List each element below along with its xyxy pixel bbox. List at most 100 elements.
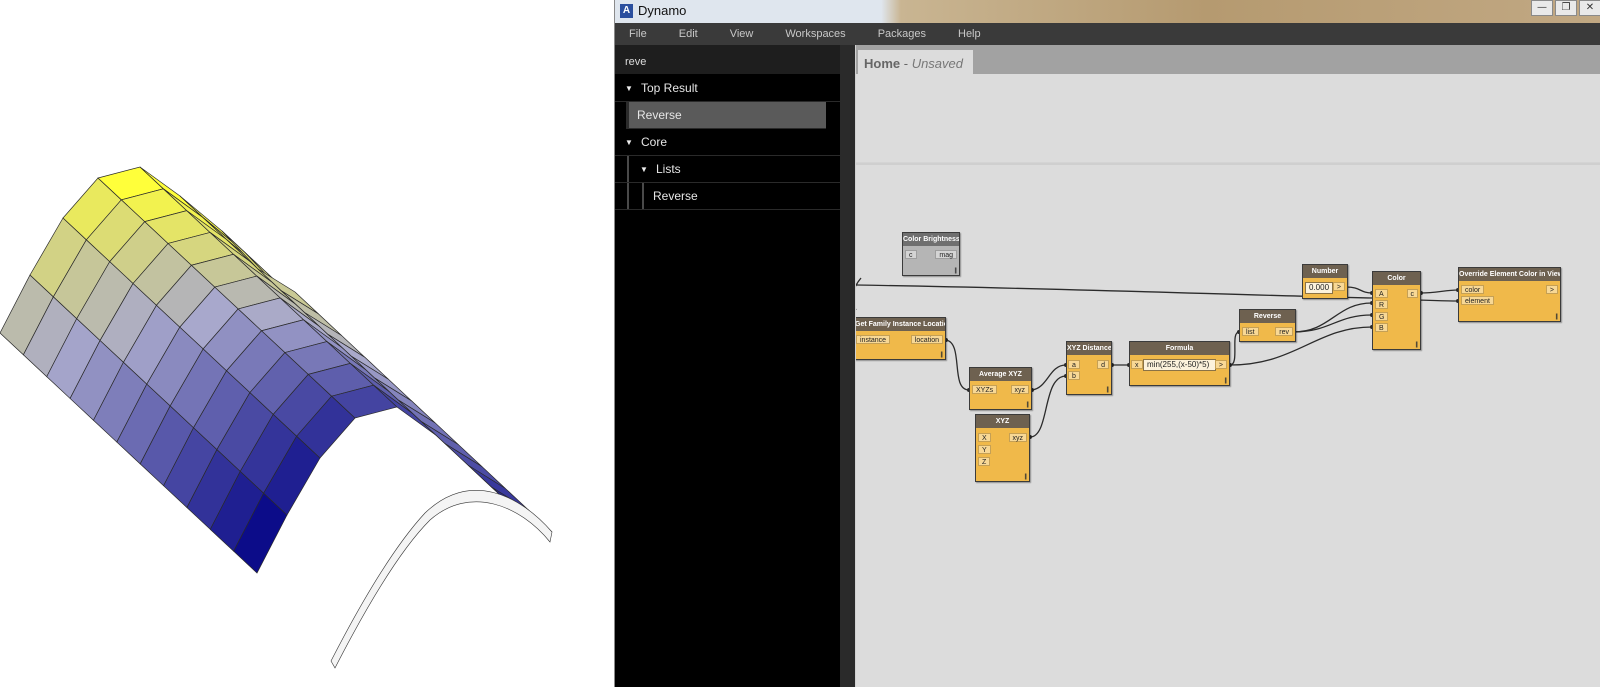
output-port[interactable]: > [1332,282,1345,291]
wire-number-to-color-a[interactable] [1345,286,1373,294]
node-resize-grip[interactable]: ||| [1106,387,1109,393]
close-button[interactable]: ✕ [1579,0,1600,16]
node-xyz-distance[interactable]: XYZ Distance a b d ||| [1066,341,1112,395]
wire-left-loop [856,277,862,310]
output-port-c[interactable]: c [1406,289,1418,298]
node-title: Color Brightness [903,233,959,246]
node-xyz[interactable]: XYZ X Y Z xyz ||| [975,414,1030,482]
output-port-mag[interactable]: mag [935,250,957,259]
maximize-button[interactable]: ❐ [1555,0,1577,16]
menu-help[interactable]: Help [954,28,985,40]
collapse-triangle-icon[interactable]: ▼ [625,129,633,156]
output-port-d[interactable]: d [1097,360,1109,369]
input-port-g[interactable]: G [1375,312,1389,321]
library-item-label: Reverse [637,108,682,122]
menu-workspaces[interactable]: Workspaces [781,28,849,40]
colored-surface-mesh [0,166,553,669]
input-port-x[interactable]: X [978,433,991,442]
input-port-z[interactable]: Z [978,457,991,466]
library-panel: reve ▼ Top Result Reverse ▼ Core ▼ Lists… [615,45,840,687]
input-port-b[interactable]: B [1375,323,1388,332]
output-port[interactable]: > [1545,285,1558,294]
input-port-element[interactable]: element [1461,296,1494,305]
input-port-y[interactable]: Y [978,445,991,454]
input-port-color[interactable]: color [1461,285,1485,294]
node-resize-grip[interactable]: ||| [1026,402,1029,408]
menu-edit[interactable]: Edit [675,28,702,40]
node-average-xyz[interactable]: Average XYZ XYZs xyz ||| [969,367,1032,410]
library-scrollbar[interactable] [840,45,855,687]
node-title: Color [1373,272,1420,285]
input-port-a[interactable]: A [1375,289,1388,298]
input-port-b[interactable]: b [1068,371,1080,380]
node-title: Override Element Color in View [1459,268,1560,281]
window-controls: — ❐ ✕ [1529,0,1600,18]
node-title: Number [1303,265,1347,278]
section-label: Core [641,135,668,149]
workspace-canvas[interactable]: Home - Unsaved Color Brightness c mag ||… [856,45,1600,687]
subsection-lists[interactable]: ▼ Lists [615,156,840,183]
input-port-x[interactable]: x [1131,360,1143,369]
node-resize-grip[interactable]: ||| [940,352,943,358]
output-port-location[interactable]: location [910,335,943,344]
wire-xyz-to-distance-b[interactable] [1029,375,1067,438]
menu-view[interactable]: View [726,28,758,40]
wire-location-to-average-xyz[interactable] [945,339,970,391]
node-get-family-instance-location[interactable]: Get Family Instance Location instance lo… [856,317,946,360]
node-formula[interactable]: Formula x min(255,(x-50)*5) > ||| [1129,341,1230,386]
node-number[interactable]: Number 0.000 > [1302,264,1348,299]
collapse-triangle-icon[interactable]: ▼ [625,75,633,102]
menu-bar: File Edit View Workspaces Packages Help [615,23,1600,45]
surface-back-edge [330,490,553,669]
input-port-c[interactable]: c [905,250,917,259]
library-item-reverse-lists[interactable]: Reverse [615,183,840,210]
output-port-rev[interactable]: rev [1275,327,1293,336]
number-value-input[interactable]: 0.000 [1305,282,1333,294]
tree-indent-line [627,183,629,209]
tree-indent-line [627,156,629,182]
minimize-button[interactable]: — [1531,0,1553,16]
node-resize-grip[interactable]: ||| [1224,378,1227,384]
section-core[interactable]: ▼ Core [615,129,840,156]
output-port-xyz[interactable]: xyz [1008,433,1027,442]
input-port-a[interactable]: a [1068,360,1080,369]
wire-color-to-override-color[interactable] [1420,289,1459,294]
node-reverse[interactable]: Reverse list rev [1239,309,1296,342]
menu-file[interactable]: File [625,28,651,40]
tree-indent-line [642,183,644,209]
wire-formula-to-reverse[interactable] [1229,331,1240,366]
input-port-list[interactable]: list [1242,327,1259,336]
library-item-label: Reverse [653,189,698,203]
mesh-face [397,399,459,446]
node-override-element-color-in-view[interactable]: Override Element Color in View color ele… [1458,267,1561,322]
node-resize-grip[interactable]: ||| [954,268,957,274]
menu-packages[interactable]: Packages [874,28,930,40]
node-title: Average XYZ [970,368,1031,381]
section-top-result[interactable]: ▼ Top Result [615,75,840,102]
node-color[interactable]: Color A R G B c ||| [1372,271,1421,350]
input-port-r[interactable]: R [1375,300,1389,309]
node-title: Reverse [1240,310,1295,323]
node-color-brightness[interactable]: Color Brightness c mag ||| [902,232,960,276]
node-title: XYZ [976,415,1029,428]
title-bar[interactable]: A Dynamo — ❐ ✕ [615,0,1600,23]
library-search-input[interactable]: reve [615,45,840,75]
library-item-reverse-top[interactable]: Reverse [626,102,826,129]
collapse-triangle-icon[interactable]: ▼ [640,156,648,183]
node-title: XYZ Distance [1067,342,1111,355]
dynamo-window: A Dynamo — ❐ ✕ File Edit View Workspaces… [614,0,1600,687]
output-port-xyz[interactable]: xyz [1010,385,1029,394]
formula-expression-input[interactable]: min(255,(x-50)*5) [1143,359,1216,371]
input-port-instance[interactable]: instance [856,335,891,344]
node-resize-grip[interactable]: ||| [1024,474,1027,480]
window-title: Dynamo [638,3,687,18]
node-resize-grip[interactable]: ||| [1415,342,1418,348]
mesh-face [421,421,483,467]
input-port-xyzs[interactable]: XYZs [972,385,998,394]
node-title: Formula [1130,342,1229,355]
wire-location-to-color-a[interactable] [856,284,1373,299]
output-port[interactable]: > [1214,360,1227,369]
node-resize-grip[interactable]: ||| [1555,314,1558,320]
section-label: Top Result [641,81,698,95]
revit-3d-viewport[interactable] [0,0,610,687]
